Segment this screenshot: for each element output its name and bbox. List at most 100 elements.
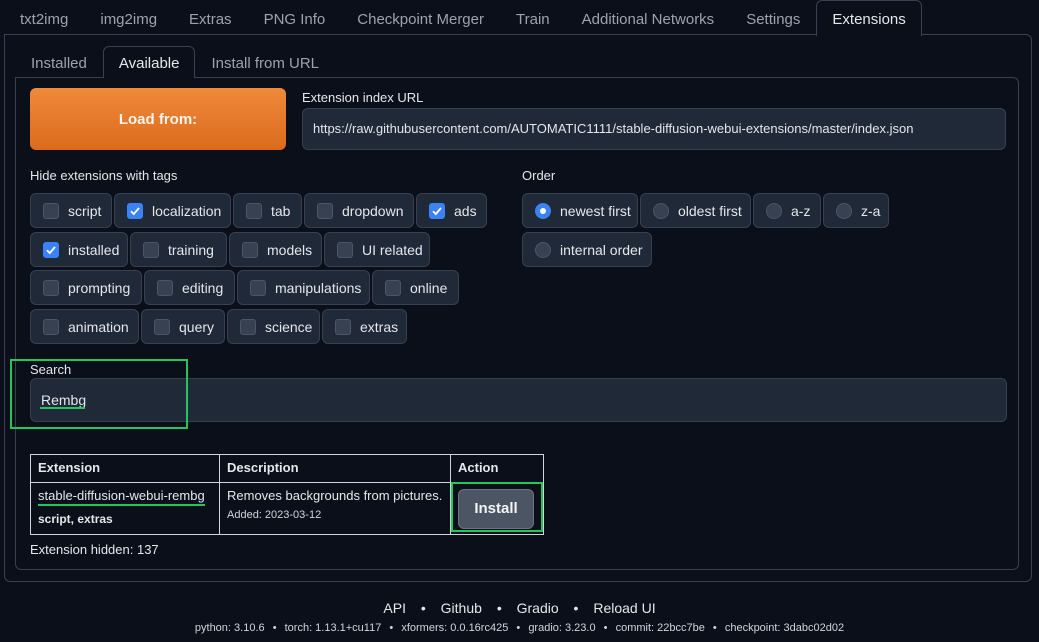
footer-separator: • <box>603 622 608 634</box>
checkbox-icon <box>250 279 266 296</box>
tag-label: manipulations <box>275 279 362 296</box>
checkbox-icon <box>43 202 59 219</box>
footer-separator: • <box>272 622 277 634</box>
tag-checkbox-animation[interactable]: animation <box>30 309 139 344</box>
checkbox-icon <box>337 241 353 258</box>
order-radio-internal-order[interactable]: internal order <box>522 232 652 267</box>
tag-checkbox-online[interactable]: online <box>372 270 459 305</box>
hidden-count-text: Extension hidden: 137 <box>30 542 159 557</box>
footer-link-reload-ui[interactable]: Reload UI <box>593 600 655 616</box>
tab-train[interactable]: Train <box>500 0 566 36</box>
checkbox-icon <box>143 241 159 258</box>
version-gradio: gradio: 3.23.0 <box>528 622 596 634</box>
tag-label: UI related <box>362 241 423 258</box>
checkbox-icon <box>240 318 256 335</box>
extensions-sub-tab-bar: Installed Available Install from URL <box>15 46 335 78</box>
checkbox-icon <box>335 318 351 335</box>
check-icon <box>429 202 445 219</box>
extension-added-date: Added: 2023-03-12 <box>227 509 322 521</box>
footer-link-api[interactable]: API <box>383 600 406 616</box>
checkbox-icon <box>317 202 333 219</box>
version-python: python: 3.10.6 <box>194 622 265 634</box>
checkbox-icon <box>385 279 401 296</box>
tab-settings[interactable]: Settings <box>730 0 816 36</box>
tab-available[interactable]: Available <box>102 46 196 78</box>
order-option-label: a-z <box>791 202 811 219</box>
tag-label: installed <box>68 241 120 258</box>
version-checkpoint: checkpoint: 3dabc02d02 <box>724 622 845 634</box>
tag-checkbox-dropdown[interactable]: dropdown <box>304 193 414 228</box>
tag-label: training <box>168 241 214 258</box>
description-cell: Removes backgrounds from pictures. Added… <box>219 482 451 535</box>
column-header-extension: Extension <box>30 454 220 483</box>
tag-checkbox-localization[interactable]: localization <box>114 193 231 228</box>
order-option-label: newest first <box>560 202 631 219</box>
tab-png-info[interactable]: PNG Info <box>248 0 342 36</box>
checkbox-icon <box>154 318 170 335</box>
radio-icon <box>653 202 669 219</box>
footer-separator: • <box>496 600 502 616</box>
tag-label: query <box>179 318 215 335</box>
tag-label: prompting <box>68 279 131 296</box>
tag-checkbox-editing[interactable]: editing <box>144 270 235 305</box>
tab-install-from-url[interactable]: Install from URL <box>195 46 335 78</box>
footer-separator: • <box>573 600 579 616</box>
footer-separator: • <box>712 622 717 634</box>
tag-label: animation <box>68 318 129 335</box>
tag-label: models <box>267 241 313 258</box>
tab-img2img[interactable]: img2img <box>84 0 173 36</box>
checkbox-icon <box>242 241 258 258</box>
version-torch: torch: 1.13.1+cu117 <box>284 622 382 634</box>
tab-installed[interactable]: Installed <box>15 46 103 78</box>
footer-separator: • <box>420 600 426 616</box>
version-xformers: xformers: 0.0.16rc425 <box>401 622 509 634</box>
order-radio-a-z[interactable]: a-z <box>753 193 821 228</box>
tab-checkpoint-merger[interactable]: Checkpoint Merger <box>341 0 500 36</box>
order-radio-newest-first[interactable]: newest first <box>522 193 638 228</box>
tag-label: script <box>68 202 102 219</box>
footer-versions: python: 3.10.6 • torch: 1.13.1+cu117 • x… <box>0 622 1039 634</box>
footer-link-gradio[interactable]: Gradio <box>517 600 559 616</box>
search-highlight-box <box>10 359 188 429</box>
tag-label: extras <box>360 318 399 335</box>
index-url-input[interactable]: https://raw.githubusercontent.com/AUTOMA… <box>302 108 1006 150</box>
tag-checkbox-installed[interactable]: installed <box>30 232 128 267</box>
column-header-action: Action <box>450 454 544 483</box>
index-url-label: Extension index URL <box>302 90 424 105</box>
tag-label: science <box>265 318 313 335</box>
tag-checkbox-tab[interactable]: tab <box>233 193 302 228</box>
radio-dot-icon <box>535 202 551 219</box>
tag-checkbox-script[interactable]: script <box>30 193 112 228</box>
tab-extras[interactable]: Extras <box>173 0 248 36</box>
tab-additional-networks[interactable]: Additional Networks <box>566 0 731 36</box>
tag-checkbox-science[interactable]: science <box>227 309 320 344</box>
tag-checkbox-models[interactable]: models <box>229 232 322 267</box>
radio-icon <box>535 241 551 258</box>
load-from-button[interactable]: Load from: <box>30 88 286 150</box>
order-option-label: z-a <box>861 202 881 219</box>
extension-name-link[interactable]: stable-diffusion-webui-rembg <box>38 488 205 506</box>
install-highlight-box <box>451 482 543 532</box>
radio-icon <box>836 202 852 219</box>
hide-tags-label: Hide extensions with tags <box>30 168 178 183</box>
checkbox-icon <box>43 318 59 335</box>
tag-checkbox-extras[interactable]: extras <box>322 309 407 344</box>
tag-checkbox-query[interactable]: query <box>141 309 225 344</box>
tag-checkbox-prompting[interactable]: prompting <box>30 270 142 305</box>
tab-txt2img[interactable]: txt2img <box>4 0 84 36</box>
tag-label: ads <box>454 202 477 219</box>
extension-cell: stable-diffusion-webui-rembg script, ext… <box>30 482 220 535</box>
tag-checkbox-manipulations[interactable]: manipulations <box>237 270 370 305</box>
tag-checkbox-ads[interactable]: ads <box>416 193 487 228</box>
tag-label: tab <box>271 202 291 219</box>
tab-extensions[interactable]: Extensions <box>816 0 922 36</box>
top-tab-bar: txt2img img2img Extras PNG Info Checkpoi… <box>4 0 922 36</box>
footer-link-github[interactable]: Github <box>441 600 482 616</box>
tag-checkbox-ui-related[interactable]: UI related <box>324 232 430 267</box>
order-option-label: internal order <box>560 241 643 258</box>
order-radio-z-a[interactable]: z-a <box>823 193 889 228</box>
tag-checkbox-training[interactable]: training <box>130 232 227 267</box>
order-radio-oldest-first[interactable]: oldest first <box>640 193 751 228</box>
checkbox-icon <box>157 279 173 296</box>
check-icon <box>43 241 59 258</box>
